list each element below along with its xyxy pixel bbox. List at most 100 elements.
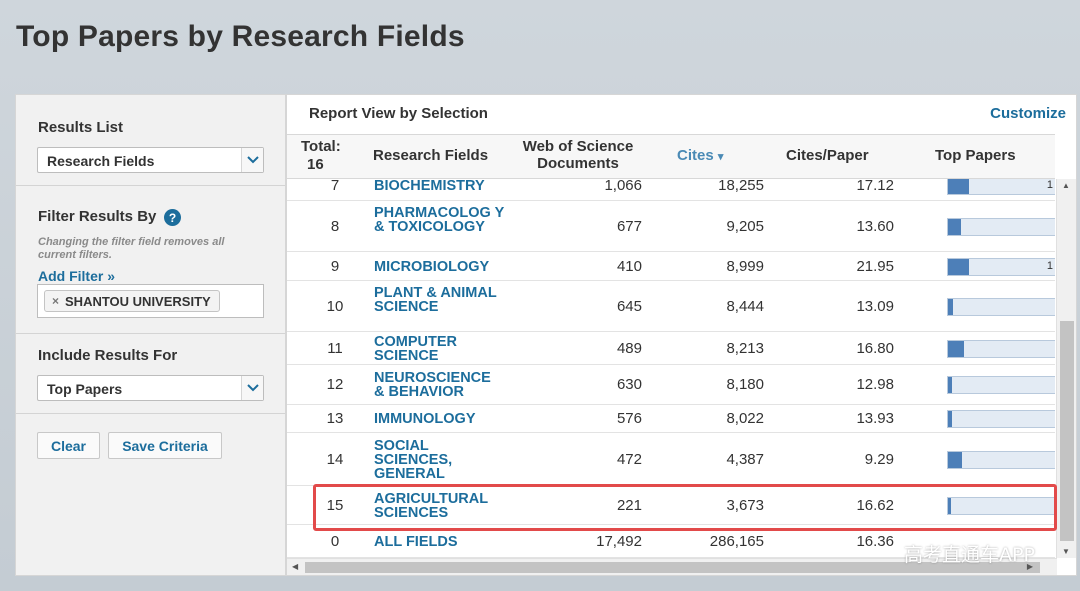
table-row: 12 NEUROSCIENCE & BEHAVIOR 630 8,180 12.98 [287, 365, 1055, 405]
scroll-up-icon[interactable]: ▲ [1062, 181, 1070, 190]
top-papers-bar-fill [948, 411, 953, 427]
divider [16, 413, 285, 414]
remove-filter-icon[interactable]: × [52, 294, 59, 308]
scroll-left-icon[interactable]: ◀ [292, 562, 298, 571]
top-papers-bar [947, 218, 1055, 236]
top-papers-bar-fill [948, 259, 970, 275]
total-label: Total: [301, 138, 341, 155]
wos-documents-cell: 17,492 [596, 533, 642, 550]
chevron-down-icon[interactable] [241, 376, 263, 400]
top-papers-bar [947, 376, 1055, 394]
rank-cell: 12 [326, 376, 344, 393]
cites-cell: 4,387 [726, 451, 764, 468]
results-list-select[interactable]: Research Fields [37, 147, 264, 173]
header-wos-documents[interactable]: Web of Science Documents [521, 138, 635, 172]
top-papers-bar-fill [948, 299, 954, 315]
cites-per-paper-cell: 12.98 [856, 376, 894, 393]
wos-documents-cell: 630 [616, 376, 642, 393]
top-papers-count: 1 [1046, 260, 1053, 272]
cites-cell: 286,165 [709, 533, 764, 550]
filter-chip: × SHANTOU UNIVERSITY [44, 290, 220, 312]
sort-desc-icon: ▾ [717, 151, 724, 163]
top-papers-bar [947, 410, 1055, 428]
header-wos-line2: Documents [537, 155, 619, 172]
top-papers-bar-fill [948, 179, 970, 194]
divider [16, 333, 285, 334]
table-row: 13 IMMUNOLOGY 576 8,022 13.93 [287, 405, 1055, 433]
research-field-link[interactable]: SOCIAL SCIENCES, GENERAL [374, 439, 504, 486]
top-papers-bar [947, 340, 1055, 358]
header-cites-per-paper[interactable]: Cites/Paper [786, 147, 869, 164]
top-papers-bar [947, 298, 1055, 316]
cites-per-paper-cell: 13.60 [856, 218, 894, 235]
top-papers-bar-fill [948, 341, 965, 357]
chevron-down-icon[interactable] [241, 148, 263, 172]
save-criteria-button[interactable]: Save Criteria [108, 432, 222, 459]
cites-per-paper-cell: 21.95 [856, 258, 894, 275]
cites-per-paper-cell: 9.29 [864, 451, 894, 468]
filter-box: × SHANTOU UNIVERSITY [37, 284, 264, 318]
research-field-link[interactable]: ALL FIELDS [374, 535, 504, 550]
results-list-heading: Results List [38, 119, 124, 136]
rank-cell: 7 [330, 179, 340, 194]
scroll-down-icon[interactable]: ▼ [1062, 547, 1070, 556]
table-row: 9 MICROBIOLOGY 410 8,999 21.95 1 [287, 252, 1055, 281]
table-row: 10 PLANT & ANIMAL SCIENCE 645 8,444 13.09 [287, 281, 1055, 332]
table-header: Total: 16 Research Fields Web of Science… [287, 134, 1055, 179]
top-papers-bar-fill [948, 377, 953, 393]
research-field-link[interactable]: BIOLOGY & BIOCHEMISTRY [374, 179, 504, 193]
cites-per-paper-cell: 17.12 [856, 179, 894, 194]
vertical-scroll-thumb[interactable] [1060, 321, 1074, 541]
top-papers-bar-fill [948, 219, 961, 235]
cites-per-paper-cell: 13.09 [856, 298, 894, 315]
cites-cell: 8,180 [726, 376, 764, 393]
rank-cell: 8 [330, 218, 340, 235]
header-wos-line1: Web of Science [522, 138, 634, 155]
table-row: 11 COMPUTER SCIENCE 489 8,213 16.80 [287, 332, 1055, 365]
cites-cell: 8,213 [726, 340, 764, 357]
header-cites-label: Cites [677, 147, 714, 164]
header-research-fields[interactable]: Research Fields [373, 147, 488, 164]
rank-cell: 9 [330, 258, 340, 275]
clear-button[interactable]: Clear [37, 432, 100, 459]
cites-cell: 8,444 [726, 298, 764, 315]
header-cites[interactable]: Cites ▾ [677, 147, 723, 166]
research-field-link[interactable]: IMMUNOLOGY [374, 412, 504, 427]
research-field-link[interactable]: PLANT & ANIMAL SCIENCE [374, 286, 504, 315]
wos-documents-cell: 410 [616, 258, 642, 275]
top-papers-bar: 1 [947, 179, 1055, 195]
top-papers-bar [947, 451, 1055, 469]
cites-per-paper-cell: 16.80 [856, 340, 894, 357]
header-top-papers[interactable]: Top Papers [935, 147, 1016, 164]
customize-link[interactable]: Customize [990, 105, 1066, 122]
research-field-link[interactable]: PHARMACOLOG Y & TOXICOLOGY [374, 206, 504, 235]
include-results-select[interactable]: Top Papers [37, 375, 264, 401]
add-filter-link[interactable]: Add Filter » [38, 268, 115, 284]
wos-documents-cell: 1,066 [604, 179, 642, 194]
table-row: 7 BIOLOGY & BIOCHEMISTRY 1,066 18,255 17.12 1 [287, 179, 1055, 201]
research-field-link[interactable]: MICROBIOLOGY [374, 260, 504, 275]
help-icon[interactable]: ? [164, 209, 181, 226]
include-results-heading: Include Results For [38, 347, 178, 364]
vertical-scrollbar[interactable]: ▲ ▼ [1056, 179, 1076, 558]
filter-results-heading: Filter Results By [38, 208, 157, 225]
wos-documents-cell: 677 [616, 218, 642, 235]
wos-documents-cell: 576 [616, 410, 642, 427]
cites-per-paper-cell: 13.93 [856, 410, 894, 427]
rank-cell: 0 [330, 533, 340, 550]
rank-cell: 14 [326, 451, 344, 468]
rank-cell: 10 [326, 298, 344, 315]
top-papers-bar-fill [948, 452, 962, 468]
results-list-select-value: Research Fields [47, 153, 155, 169]
cites-per-paper-cell: 16.36 [856, 533, 894, 550]
divider [16, 185, 285, 186]
cites-cell: 8,022 [726, 410, 764, 427]
research-field-link[interactable]: COMPUTER SCIENCE [374, 335, 504, 364]
research-field-link[interactable]: NEUROSCIENCE & BEHAVIOR [374, 371, 504, 400]
report-title: Report View by Selection [309, 105, 488, 122]
total-value: 16 [307, 156, 324, 173]
filter-chip-label: SHANTOU UNIVERSITY [65, 293, 211, 309]
page-title: Top Papers by Research Fields [16, 20, 465, 53]
cites-cell: 18,255 [718, 179, 764, 194]
wos-documents-cell: 489 [616, 340, 642, 357]
